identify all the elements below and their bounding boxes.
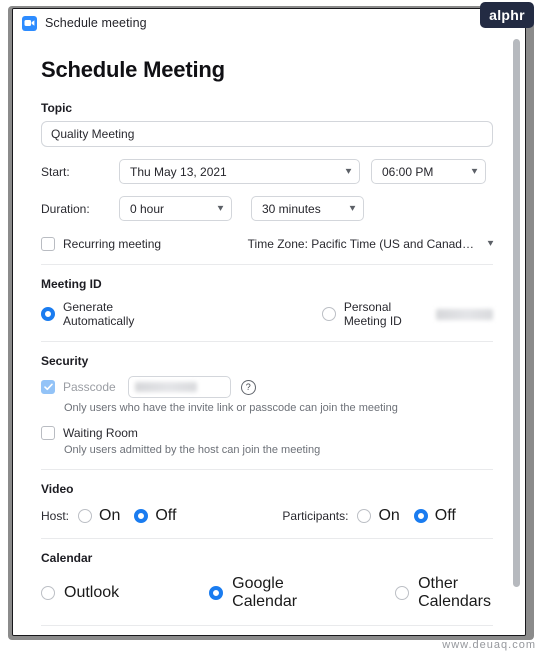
recurring-meeting-label: Recurring meeting — [63, 237, 162, 251]
start-date-value: Thu May 13, 2021 — [130, 164, 227, 179]
checkbox-icon[interactable] — [41, 380, 55, 394]
alphr-watermark: alphr — [480, 2, 534, 28]
meeting-id-section-title: Meeting ID — [41, 277, 102, 291]
page-title: Schedule Meeting — [41, 57, 225, 82]
duration-label: Duration: — [41, 201, 90, 216]
radio-personal-meeting-id[interactable]: Personal Meeting ID — [321, 300, 493, 328]
duration-minutes-select[interactable]: 30 minutes ▾ — [251, 196, 364, 221]
start-label: Start: — [41, 164, 70, 179]
participants-off-label: Off — [434, 507, 456, 524]
waiting-room-checkbox[interactable]: Waiting Room — [41, 426, 491, 440]
radio-icon — [209, 586, 224, 600]
chevron-down-icon: ▾ — [349, 202, 356, 214]
start-time-select[interactable]: 06:00 PM ▾ — [371, 159, 486, 184]
personal-meeting-id-label: Personal Meeting ID — [343, 300, 402, 328]
dialog-body: Schedule Meeting Topic Quality Meeting S… — [13, 37, 525, 635]
passcode-row: Passcode ? — [41, 376, 491, 398]
radio-host-off[interactable]: Off — [134, 507, 176, 525]
passcode-input[interactable] — [127, 376, 231, 398]
calendar-option-label: Google Calendar — [232, 575, 298, 610]
start-row: Start: Thu May 13, 2021 ▾ 06:00 PM ▾ — [41, 159, 491, 184]
generate-automatically-label: Generate Automatically — [63, 300, 135, 328]
duration-row: Duration: 0 hour ▾ 30 minutes ▾ — [41, 196, 491, 221]
divider — [41, 538, 493, 539]
radio-icon — [41, 307, 55, 321]
video-section-title: Video — [41, 482, 74, 496]
waiting-room-label: Waiting Room — [63, 426, 138, 440]
video-participants-label: Participants: — [282, 509, 349, 523]
divider — [41, 469, 493, 470]
passcode-value — [134, 382, 197, 392]
calendar-section-title: Calendar — [41, 551, 93, 565]
start-date-select[interactable]: Thu May 13, 2021 ▾ — [119, 159, 360, 184]
checkbox-icon — [41, 426, 55, 440]
waiting-room-hint: Only users admitted by the host can join… — [64, 444, 321, 456]
chevron-down-icon: ▾ — [487, 238, 494, 249]
topic-label: Topic — [41, 101, 73, 115]
checkbox-icon — [41, 237, 55, 251]
schedule-meeting-window: Schedule meeting ✕ Schedule Meeting Topi… — [12, 8, 526, 636]
window-title: Schedule meeting — [45, 16, 147, 30]
video-host-label: Host: — [41, 509, 70, 523]
chevron-down-icon: ▾ — [471, 165, 478, 177]
scrollbar-track[interactable] — [513, 37, 523, 635]
zoom-camera-icon — [22, 15, 37, 31]
radio-icon — [413, 509, 428, 523]
chevron-down-icon: ▾ — [217, 202, 224, 214]
calendar-option-label: Other Calendars — [418, 575, 492, 610]
duration-hours-select[interactable]: 0 hour ▾ — [119, 196, 232, 221]
screenshot-root: Schedule meeting ✕ Schedule Meeting Topi… — [0, 0, 542, 652]
video-host-group: Host: On Off — [41, 507, 190, 525]
radio-generate-automatically[interactable]: Generate Automatically — [41, 300, 161, 328]
chevron-down-icon: ▾ — [345, 165, 352, 177]
calendar-option-label: Outlook — [64, 584, 120, 601]
radio-participants-off[interactable]: Off — [413, 507, 456, 525]
video-options-row: Host: On Off Participants: On Off — [41, 507, 491, 525]
window-titlebar: Schedule meeting ✕ — [13, 9, 525, 37]
topic-input[interactable]: Quality Meeting — [41, 121, 493, 147]
participants-on-label: On — [378, 507, 400, 524]
help-icon[interactable]: ? — [240, 379, 256, 395]
radio-icon — [321, 307, 336, 321]
duration-minutes-value: 30 minutes — [262, 201, 321, 216]
divider — [41, 625, 493, 626]
personal-meeting-id-value — [435, 308, 493, 320]
divider — [41, 264, 493, 265]
radio-calendar-outlook[interactable]: Outlook — [41, 584, 119, 602]
radio-participants-on[interactable]: On — [357, 507, 400, 525]
security-section-title: Security — [41, 354, 89, 368]
recurring-timezone-row: Recurring meeting Time Zone: Pacific Tim… — [41, 237, 493, 251]
host-off-label: Off — [155, 507, 177, 524]
calendar-options-row: Outlook Google Calendar Other Calendars — [41, 575, 491, 611]
passcode-hint: Only users who have the invite link or p… — [64, 402, 398, 414]
radio-icon — [395, 586, 410, 600]
radio-icon — [78, 509, 93, 523]
divider — [41, 341, 493, 342]
radio-icon — [41, 586, 55, 600]
timezone-select[interactable]: Time Zone: Pacific Time (US and Canad… ▾ — [247, 237, 494, 251]
radio-calendar-other[interactable]: Other Calendars — [395, 575, 491, 611]
meeting-id-options: Generate Automatically Personal Meeting … — [41, 300, 493, 328]
recurring-meeting-checkbox[interactable]: Recurring meeting — [41, 237, 161, 251]
timezone-value: Time Zone: Pacific Time (US and Canad… — [247, 237, 474, 251]
radio-icon — [134, 509, 149, 523]
passcode-label: Passcode — [63, 380, 116, 394]
radio-calendar-google[interactable]: Google Calendar — [209, 575, 305, 611]
site-watermark: www.deuaq.com — [442, 639, 536, 651]
scrollbar-thumb[interactable] — [513, 39, 520, 587]
video-participants-group: Participants: On Off — [282, 507, 469, 525]
start-time-value: 06:00 PM — [382, 164, 434, 179]
radio-icon — [357, 509, 372, 523]
duration-hours-value: 0 hour — [130, 201, 165, 216]
radio-host-on[interactable]: On — [78, 507, 120, 525]
host-on-label: On — [99, 507, 121, 524]
